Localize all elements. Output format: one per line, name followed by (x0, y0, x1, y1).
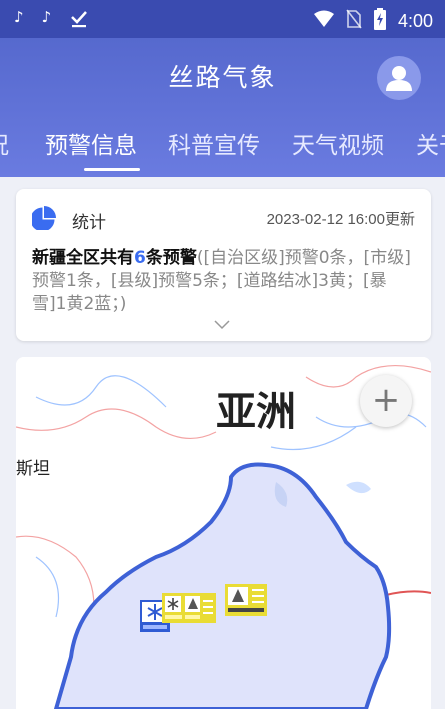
clock: 4:00 (397, 10, 433, 31)
warning-count: 6 (134, 248, 146, 268)
download-done-icon (69, 8, 89, 32)
battery-charging-icon (373, 8, 386, 34)
warning-map[interactable]: 亚洲 斯坦 + (16, 357, 431, 709)
wifi-icon (313, 10, 334, 32)
summary-suffix: 条预警 (145, 248, 197, 268)
tiktok-icon: ♪ (41, 8, 52, 26)
app-header: 丝路气象 况 预警信息 科普宣传 天气视频 关于 (0, 38, 445, 177)
road-icing-yellow-warning-icon[interactable] (200, 593, 216, 623)
summary-prefix: 新疆全区共有 (32, 248, 134, 268)
stats-label: 统计 (72, 213, 106, 233)
chevron-down-icon[interactable] (214, 320, 230, 330)
tab-science[interactable]: 科普宣传 (168, 126, 260, 160)
country-label: 斯坦 (16, 459, 50, 479)
no-sim-icon (346, 9, 362, 33)
warning-summary: 新疆全区共有6条预警([自治区级]预警0条，[市级]预警1条，[县级]预警5条；… (32, 247, 417, 316)
stats-card[interactable]: 统计 2023-02-12 16:00更新 新疆全区共有6条预警([自治区级]预… (16, 189, 431, 341)
zoom-in-button[interactable]: + (360, 375, 412, 427)
status-bar: ♪ ♪ 4:00 (0, 0, 445, 38)
tab-about[interactable]: 关于 (416, 126, 445, 160)
continent-label: 亚洲 (216, 389, 296, 435)
road-icing-yellow-warning-icon[interactable] (225, 584, 267, 616)
user-icon (386, 66, 412, 91)
tab-weather-video[interactable]: 天气视频 (292, 126, 384, 160)
pie-chart-icon (32, 206, 56, 230)
tab-warnings[interactable]: 预警信息 (45, 126, 137, 160)
update-time: 2023-02-12 16:00更新 (266, 211, 415, 228)
tab-overview[interactable]: 况 (0, 126, 9, 160)
avatar[interactable] (377, 56, 421, 100)
active-tab-indicator (84, 168, 140, 171)
tiktok-icon: ♪ (14, 8, 24, 26)
